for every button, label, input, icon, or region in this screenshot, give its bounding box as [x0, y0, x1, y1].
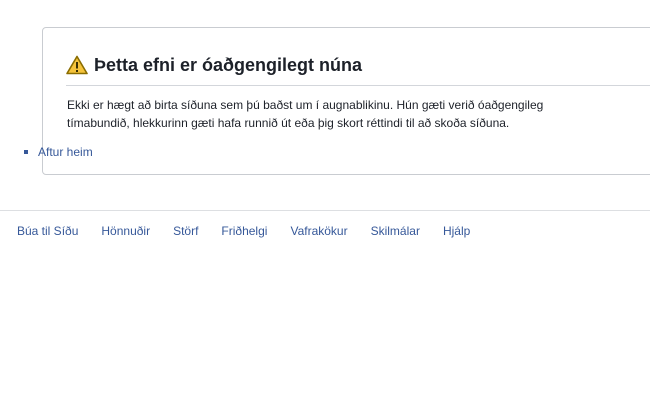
- error-message-line-2: tímabundið, hlekkurinn gæti hafa runnið …: [67, 116, 510, 130]
- error-card: Þetta efni er óaðgengilegt núna Ekki er …: [42, 27, 650, 175]
- footer-link-help[interactable]: Hjálp: [443, 224, 470, 238]
- footer-link-create-page[interactable]: Búa til Síðu: [17, 224, 78, 238]
- error-title: Þetta efni er óaðgengilegt núna: [94, 54, 363, 75]
- bullet-icon: [24, 150, 28, 154]
- footer-link-developers[interactable]: Hönnuðir: [101, 224, 150, 238]
- error-message-line-1: Ekki er hægt að birta síðuna sem þú baðs…: [67, 98, 544, 112]
- footer-nav: Búa til Síðu Hönnuðir Störf Friðhelgi Va…: [17, 224, 493, 238]
- back-link-row: Aftur heim: [24, 143, 93, 161]
- card-header: Þetta efni er óaðgengilegt núna: [66, 52, 362, 78]
- footer-divider: [0, 210, 650, 211]
- footer-link-careers[interactable]: Störf: [173, 224, 198, 238]
- error-message: Ekki er hægt að birta síðuna sem þú baðs…: [67, 96, 650, 132]
- page: Þetta efni er óaðgengilegt núna Ekki er …: [0, 0, 650, 400]
- footer-link-privacy[interactable]: Friðhelgi: [221, 224, 267, 238]
- card-divider: [66, 85, 650, 86]
- footer-link-terms[interactable]: Skilmálar: [371, 224, 420, 238]
- back-home-link[interactable]: Aftur heim: [38, 145, 93, 159]
- warning-icon: [66, 55, 88, 75]
- footer-link-cookies[interactable]: Vafrakökur: [290, 224, 347, 238]
